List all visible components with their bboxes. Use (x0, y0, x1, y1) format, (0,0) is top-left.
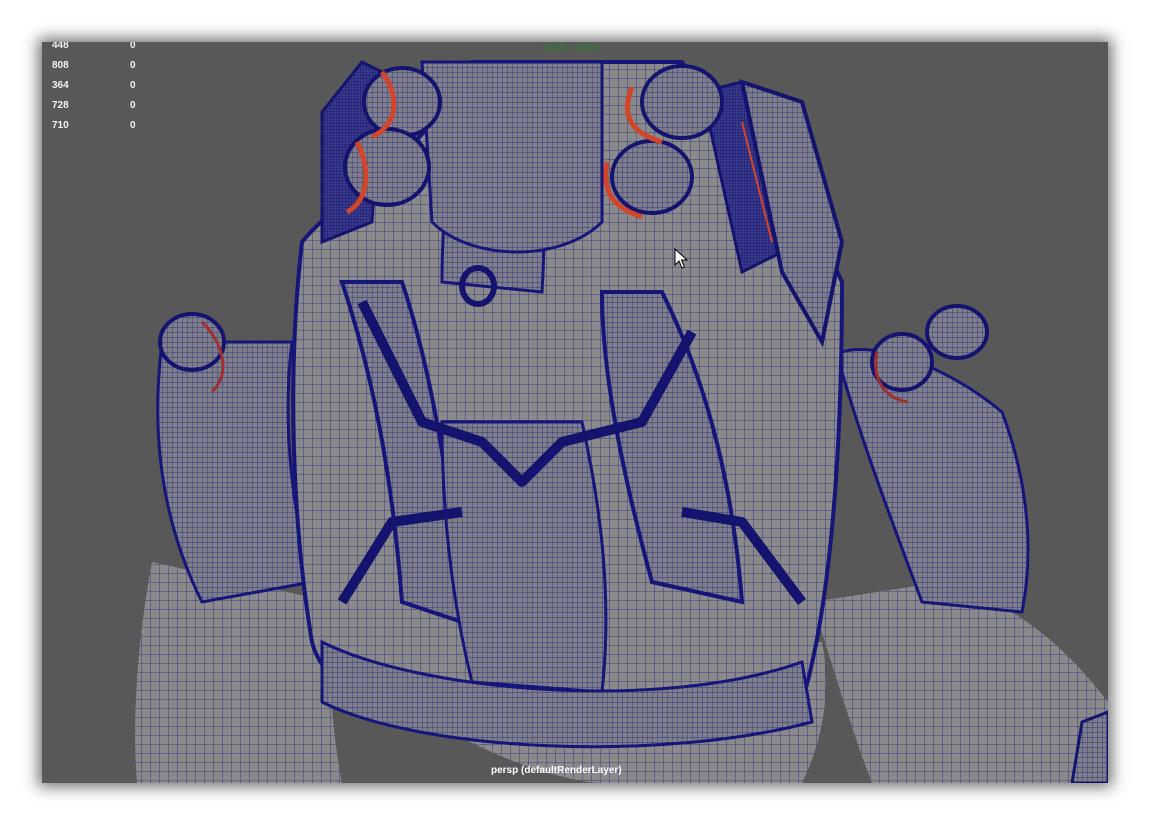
mouse-pointer-icon (674, 248, 688, 269)
right-arm-mesh (812, 582, 1108, 783)
hud-value: 0 (130, 120, 136, 131)
hud-value: 0 (130, 80, 136, 91)
hud-value: 448 (52, 42, 69, 51)
hud-value: 710 (52, 120, 69, 131)
hud-row: 364 0 (52, 76, 160, 96)
hud-row: 710 0 (52, 116, 160, 136)
resolution-gate-label: 1024 x 1024 (542, 43, 598, 54)
hud-row: 448 0 (52, 42, 160, 56)
hud-row: 808 0 (52, 56, 160, 76)
maya-viewport-frame[interactable]: 448 0 808 0 364 0 728 0 710 0 1024 x 102… (42, 42, 1108, 783)
hud-value: 808 (52, 60, 69, 71)
left-shoulder-armor (156, 340, 314, 604)
hud-poly-count: 448 0 808 0 364 0 728 0 710 0 (52, 42, 160, 136)
center-lower-panel (440, 420, 608, 694)
hud-value: 364 (52, 80, 69, 91)
hud-value: 728 (52, 100, 69, 111)
hud-value: 0 (130, 60, 136, 71)
upper-back-panel (420, 60, 604, 254)
camera-name-label: persp (defaultRenderLayer) (491, 765, 622, 776)
hud-value: 0 (130, 100, 136, 111)
wireframe-model-view[interactable] (42, 42, 1108, 783)
hud-value: 0 (130, 42, 136, 51)
right-shoulder-armor (840, 348, 1030, 614)
hud-row: 728 0 (52, 96, 160, 116)
